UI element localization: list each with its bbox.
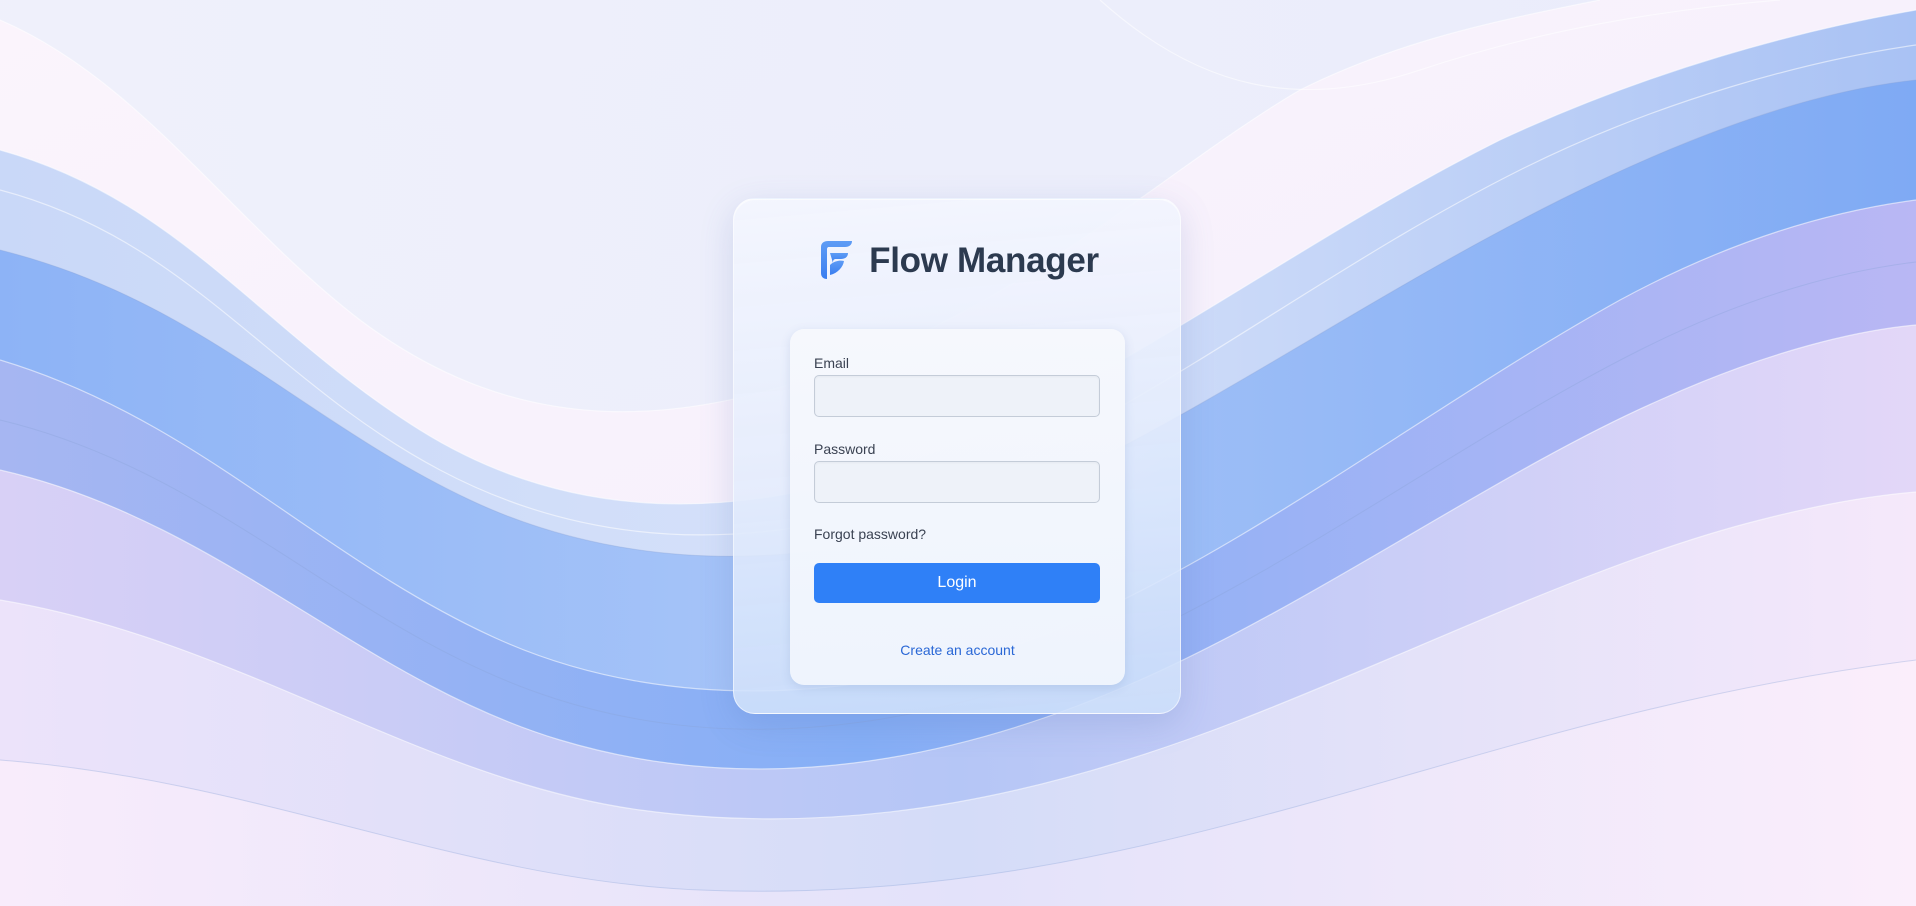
forgot-password-link[interactable]: Forgot password? bbox=[814, 526, 926, 542]
email-field[interactable] bbox=[814, 375, 1100, 417]
create-account-link[interactable]: Create an account bbox=[790, 642, 1125, 658]
email-label: Email bbox=[814, 355, 850, 371]
flow-manager-logo-icon bbox=[821, 241, 853, 279]
login-card: Flow Manager Email Password Forgot passw… bbox=[733, 198, 1181, 714]
login-form: Email Password Forgot password? Login Cr… bbox=[790, 329, 1125, 685]
password-field[interactable] bbox=[814, 461, 1100, 503]
brand-header: Flow Manager bbox=[734, 239, 1180, 283]
login-button[interactable]: Login bbox=[814, 563, 1100, 603]
password-label: Password bbox=[814, 441, 876, 457]
app-title: Flow Manager bbox=[869, 241, 1099, 280]
login-page: Flow Manager Email Password Forgot passw… bbox=[0, 0, 1916, 906]
